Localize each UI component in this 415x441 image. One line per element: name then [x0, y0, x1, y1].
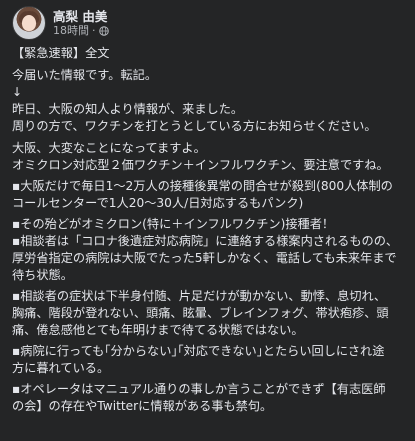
author-name[interactable]: 高梨 由美 [53, 9, 109, 24]
globe-icon[interactable] [98, 25, 109, 36]
post-line: 今届いた情報です。転記。 [12, 68, 158, 82]
post-line: オミクロン対応型２価ワクチン＋インフルワクチン、要注意ですね。 [12, 158, 389, 172]
post-line: ▪病院に行っても｢分からない｣｢対応できない｣とたらい回しにされ途 [12, 344, 385, 358]
post-line: コールセンターで1人20〜30人/日対応するもパンク) [12, 196, 304, 210]
post-line: 周りの方で、ワクチンを打とうとしている方にお知らせください。 [12, 119, 377, 133]
post-line-headline: 【緊急速報】全文 [12, 46, 110, 60]
post-card: 高梨 由美 18時間 · 【緊急速報】全文 今届いた情報です。転記。 ↓ 昨日、… [0, 0, 415, 441]
timestamp-separator: · [92, 23, 96, 37]
post-line: の会】の存在やTwitterに情報がある事も禁句。 [12, 399, 273, 413]
post-line: 昨日、大阪の知人より情報が、来ました。 [12, 102, 244, 116]
post-body: 【緊急速報】全文 今届いた情報です。転記。 ↓ 昨日、大阪の知人より情報が、来ま… [12, 45, 407, 415]
post-line: 厚労省指定の病院は大阪でたった5軒しかなく、電話しても未来年まで [12, 251, 397, 265]
post-line: ▪相談者は「コロナ後遺症対応病院」に連絡する様案内されるものの、 [12, 234, 399, 248]
post-timeline: 18時間 · [53, 24, 109, 38]
post-line: ▪その殆どがオミクロン(特に＋インフルワクチン)接種者！ [12, 217, 335, 231]
post-line: 方に暮れている。 [12, 361, 110, 375]
post-meta: 高梨 由美 18時間 · [53, 9, 109, 38]
post-line: 痛、倦怠感他とても年明けまで待てる状態ではない。 [12, 323, 304, 337]
post-line: 胸痛、階段が登れない、頭痛、眩暈、ブレインフォグ、帯状疱疹、頭 [12, 306, 389, 320]
post-line: 待ち状態。 [12, 268, 73, 282]
post-line: ▪大阪だけで毎日1〜2万人の接種後異常の問合せが殺到(800人体制の [12, 179, 393, 193]
post-line: 大阪、大変なことになってますよ。 [12, 141, 206, 155]
author-avatar[interactable] [12, 6, 46, 40]
post-line: ↓ [12, 85, 23, 99]
post-header: 高梨 由美 18時間 · [12, 6, 109, 40]
avatar-face [22, 15, 36, 31]
post-line: ▪相談者の症状は下半身付随、片足だけが動かない、動悸、息切れ、 [12, 289, 387, 303]
post-timestamp[interactable]: 18時間 [53, 24, 89, 38]
post-line: ▪オペレータはマニュアル通りの事しか言うことができず【有志医師 [12, 382, 386, 396]
